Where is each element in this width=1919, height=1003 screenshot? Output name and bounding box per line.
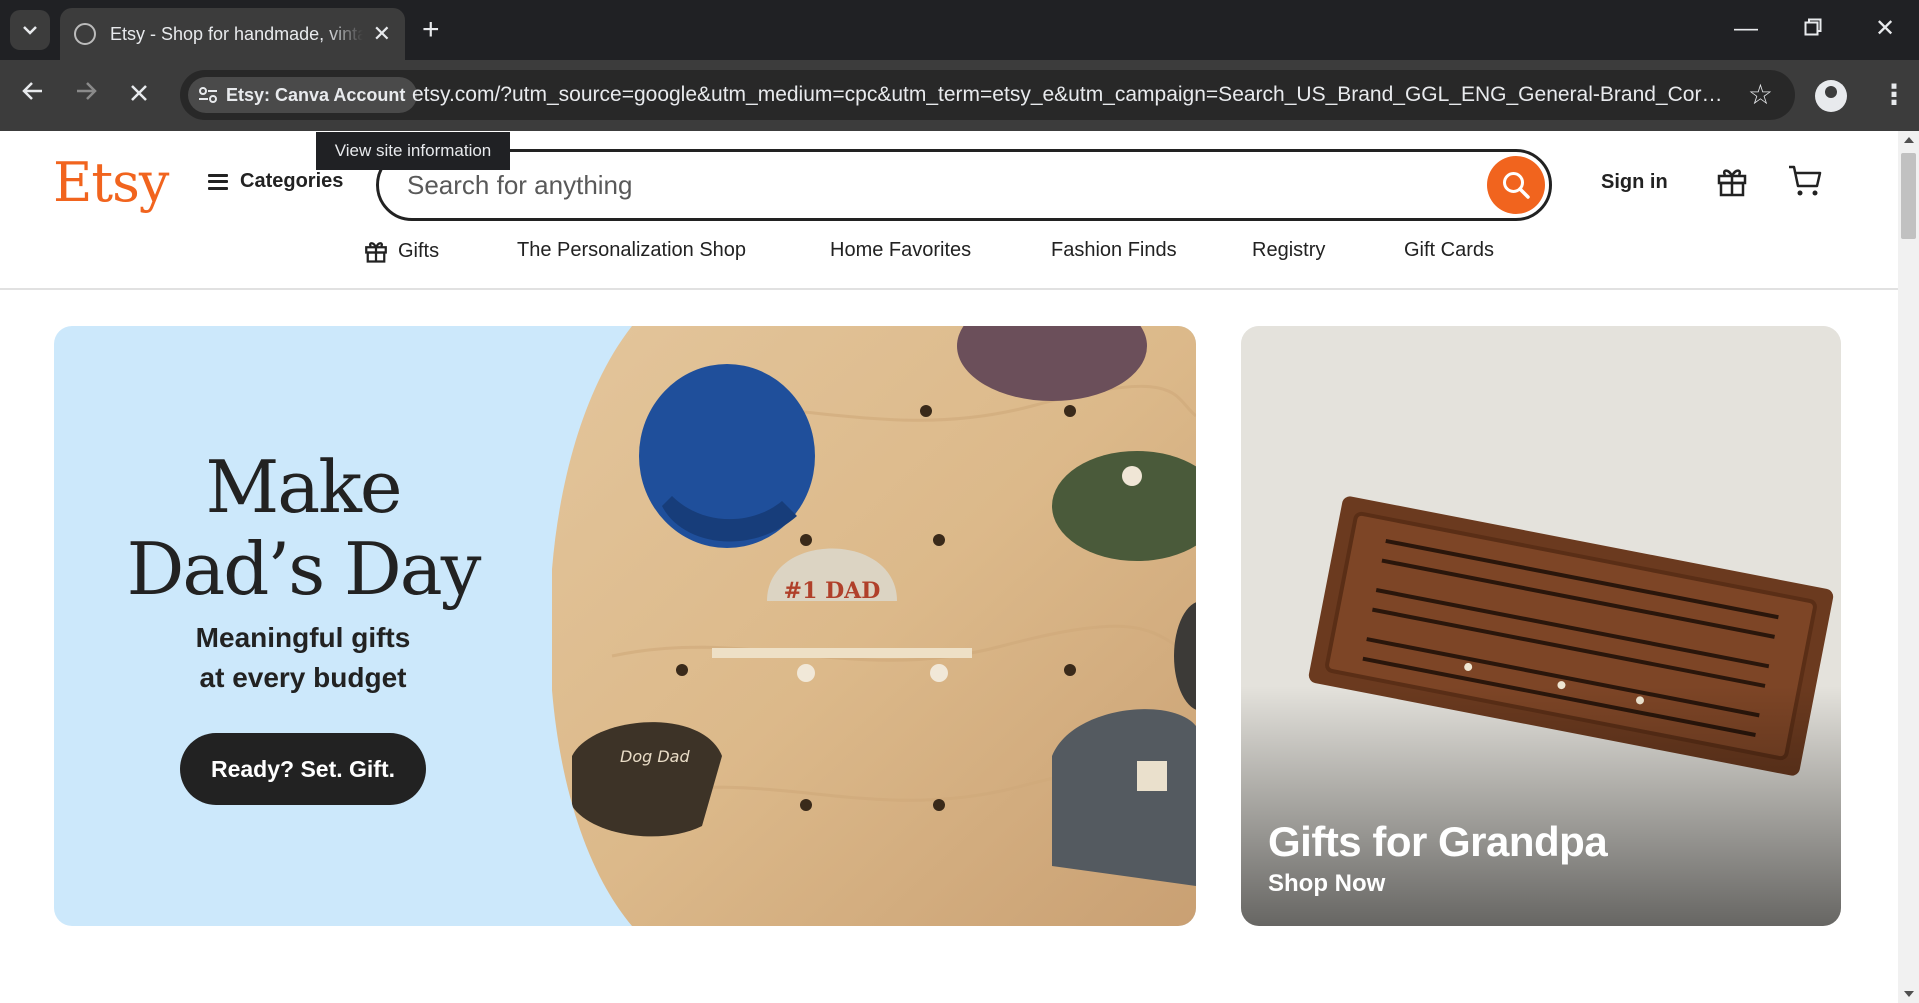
sub-navigation: Gifts The Personalization Shop Home Favo… — [0, 231, 1898, 271]
new-tab-plus-icon[interactable]: + — [422, 13, 440, 47]
restore-icon[interactable] — [1804, 14, 1822, 44]
hero-sub-line1: Meaningful gifts — [195, 622, 411, 653]
back-arrow-icon[interactable] — [20, 78, 46, 112]
gifts-for-grandpa-banner[interactable]: Gifts for Grandpa Shop Now — [1241, 326, 1841, 926]
subnav-personalization-shop[interactable]: The Personalization Shop — [517, 239, 746, 262]
site-info-tooltip: View site information — [316, 132, 510, 170]
hero-heading: Make Dad’s Day — [54, 446, 552, 610]
stop-loading-icon[interactable] — [128, 78, 150, 112]
gift-icon — [365, 242, 387, 263]
hero-heading-line2: Dad’s Day — [126, 527, 482, 611]
profile-icon[interactable] — [1815, 80, 1847, 112]
kebab-menu-icon[interactable]: ⋮ — [1880, 78, 1908, 112]
scroll-down-arrow-icon[interactable] — [1904, 991, 1914, 997]
search-icon — [1503, 172, 1530, 199]
close-tab-icon[interactable]: ✕ — [373, 21, 391, 47]
bookmark-star-icon[interactable]: ☆ — [1748, 80, 1773, 110]
subnav-gifts-label: Gifts — [398, 239, 440, 262]
site-info-chip[interactable]: Etsy: Canva Account — [188, 77, 418, 113]
scroll-thumb[interactable] — [1901, 153, 1916, 239]
hero-cta-label: Ready? Set. Gift. — [210, 755, 396, 782]
forward-arrow-icon[interactable] — [73, 78, 99, 112]
chevron-down-icon — [23, 26, 37, 35]
categories-button[interactable]: Categories — [208, 170, 343, 193]
search-bar — [376, 149, 1552, 221]
subnav-fashion-finds[interactable]: Fashion Finds — [1051, 239, 1177, 262]
browser-tabstrip: Etsy - Shop for handmade, vintage, custo… — [0, 0, 1919, 60]
shopping-cart-icon[interactable] — [1787, 164, 1823, 203]
etsy-page: View site information Etsy Categories Si… — [0, 131, 1898, 1003]
scroll-up-arrow-icon[interactable] — [1904, 137, 1914, 143]
side-banner-caption: Gifts for Grandpa Shop Now — [1268, 818, 1608, 898]
hamburger-menu-icon — [208, 173, 228, 190]
loading-favicon-icon — [74, 23, 96, 45]
tune-icon — [199, 87, 217, 103]
hero-banner[interactable]: Make Dad’s Day Meaningful gifts at every… — [54, 326, 1196, 926]
tab-title: Etsy - Shop for handmade, vintage, custo… — [110, 23, 363, 44]
hats-photo: #1 DAD Dog Dad — [552, 326, 1196, 926]
close-window-icon[interactable]: ✕ — [1875, 14, 1895, 44]
site-chip-label: Etsy: Canva Account — [226, 84, 406, 105]
url-text[interactable]: etsy.com/?utm_source=google&utm_medium=c… — [412, 83, 1732, 107]
tab-search-button[interactable] — [10, 10, 50, 50]
hero-subheading: Meaningful gifts at every budget — [54, 618, 552, 698]
categories-label: Categories — [240, 170, 344, 192]
etsy-logo[interactable]: Etsy — [53, 151, 169, 214]
header-divider — [0, 288, 1898, 290]
sign-in-link[interactable]: Sign in — [1601, 171, 1668, 194]
hero-heading-line1: Make — [205, 445, 403, 529]
subnav-registry[interactable]: Registry — [1252, 239, 1325, 262]
side-banner-title: Gifts for Grandpa — [1268, 818, 1608, 865]
browser-toolbar: Etsy: Canva Account etsy.com/?utm_source… — [0, 60, 1919, 131]
page-scrollbar[interactable] — [1898, 131, 1919, 1003]
hero-text-panel: Make Dad’s Day Meaningful gifts at every… — [54, 326, 552, 926]
hero-cta-button[interactable]: Ready? Set. Gift. — [180, 733, 426, 805]
subnav-gift-cards[interactable]: Gift Cards — [1404, 239, 1494, 262]
address-bar[interactable]: Etsy: Canva Account etsy.com/?utm_source… — [180, 70, 1795, 120]
cap-text-1-dad: #1 DAD — [784, 578, 881, 604]
cap-text-dog-dad: Dog Dad — [620, 747, 690, 766]
shop-now-link[interactable]: Shop Now — [1268, 870, 1607, 898]
browser-tab-active[interactable]: Etsy - Shop for handmade, vintage, custo… — [60, 8, 405, 60]
subnav-home-favorites[interactable]: Home Favorites — [830, 239, 971, 262]
minimize-icon[interactable]: — — [1734, 14, 1758, 44]
search-button[interactable] — [1487, 156, 1545, 214]
gift-icon[interactable] — [1716, 165, 1748, 202]
subnav-gifts[interactable]: Gifts — [364, 239, 439, 263]
hero-sub-line2: at every budget — [199, 662, 407, 693]
search-input[interactable] — [407, 170, 1407, 201]
